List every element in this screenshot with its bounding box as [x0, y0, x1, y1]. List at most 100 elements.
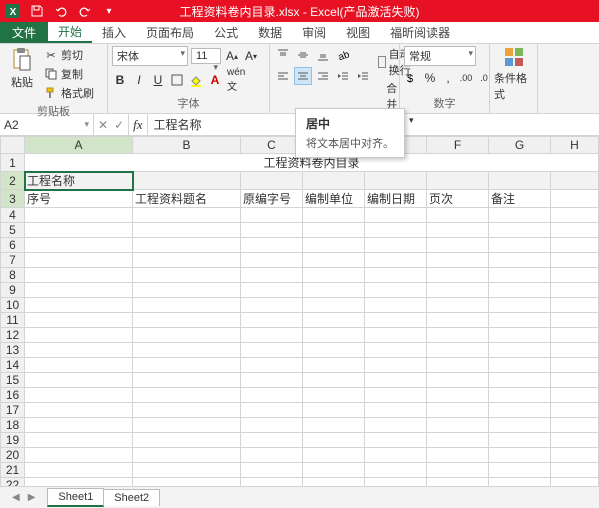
- row-header[interactable]: 15: [1, 373, 25, 388]
- cell[interactable]: [489, 238, 551, 253]
- cell[interactable]: [133, 208, 241, 223]
- sheet-nav-prev-icon[interactable]: ◀: [8, 492, 24, 503]
- cell[interactable]: [551, 373, 599, 388]
- column-header[interactable]: H: [551, 137, 599, 154]
- cell[interactable]: [241, 253, 303, 268]
- cell[interactable]: [365, 478, 427, 487]
- cell[interactable]: [551, 418, 599, 433]
- cell[interactable]: [133, 373, 241, 388]
- cell[interactable]: [241, 463, 303, 478]
- cell[interactable]: [365, 388, 427, 403]
- align-top-icon[interactable]: [274, 46, 292, 64]
- cell[interactable]: [133, 328, 241, 343]
- row-header[interactable]: 11: [1, 313, 25, 328]
- indent-decrease-icon[interactable]: [334, 67, 352, 85]
- cell[interactable]: [25, 343, 133, 358]
- cell[interactable]: [489, 478, 551, 487]
- tab-foxit[interactable]: 福昕阅读器: [380, 22, 460, 43]
- cell[interactable]: 备注: [489, 190, 551, 208]
- cell[interactable]: [241, 298, 303, 313]
- copy-button[interactable]: 复制: [42, 65, 96, 83]
- cell[interactable]: 编制单位: [303, 190, 365, 208]
- cell[interactable]: [133, 388, 241, 403]
- cell[interactable]: [241, 268, 303, 283]
- cell[interactable]: [303, 253, 365, 268]
- cell[interactable]: [133, 358, 241, 373]
- tab-pagelayout[interactable]: 页面布局: [136, 22, 204, 43]
- cell[interactable]: [303, 208, 365, 223]
- align-left-icon[interactable]: [274, 67, 292, 85]
- cell[interactable]: [25, 388, 133, 403]
- cell[interactable]: [427, 328, 489, 343]
- row-header[interactable]: 18: [1, 418, 25, 433]
- cell[interactable]: [25, 298, 133, 313]
- cell[interactable]: [551, 358, 599, 373]
- undo-icon[interactable]: [52, 2, 70, 20]
- cell[interactable]: [303, 268, 365, 283]
- cell[interactable]: [489, 433, 551, 448]
- file-tab[interactable]: 文件: [0, 22, 48, 43]
- cell[interactable]: [303, 283, 365, 298]
- cell[interactable]: [241, 418, 303, 433]
- font-color-button[interactable]: A: [207, 71, 223, 89]
- column-header[interactable]: G: [489, 137, 551, 154]
- align-right-icon[interactable]: [314, 67, 332, 85]
- worksheet-grid[interactable]: ABCDEFGH1工程资料卷内目录2工程名称3序号工程资料题名原编字号编制单位编…: [0, 136, 599, 486]
- row-header[interactable]: 10: [1, 298, 25, 313]
- cell[interactable]: [133, 403, 241, 418]
- column-header[interactable]: A: [25, 137, 133, 154]
- enter-icon[interactable]: ✓: [114, 118, 124, 132]
- cell[interactable]: [365, 358, 427, 373]
- cell[interactable]: [25, 313, 133, 328]
- cell[interactable]: [303, 388, 365, 403]
- cell[interactable]: [303, 373, 365, 388]
- cell[interactable]: [551, 448, 599, 463]
- cell[interactable]: [365, 403, 427, 418]
- cell[interactable]: [551, 478, 599, 487]
- cell[interactable]: [427, 463, 489, 478]
- cell[interactable]: [427, 268, 489, 283]
- cell[interactable]: [489, 343, 551, 358]
- row-header[interactable]: 14: [1, 358, 25, 373]
- cell[interactable]: [241, 328, 303, 343]
- cell[interactable]: [133, 172, 241, 190]
- cell[interactable]: [427, 313, 489, 328]
- cell[interactable]: [25, 448, 133, 463]
- cell[interactable]: [365, 448, 427, 463]
- column-header[interactable]: C: [241, 137, 303, 154]
- cell[interactable]: [365, 208, 427, 223]
- cell[interactable]: [241, 448, 303, 463]
- cell[interactable]: [489, 388, 551, 403]
- cell[interactable]: [241, 238, 303, 253]
- cell[interactable]: [25, 223, 133, 238]
- cell[interactable]: [551, 268, 599, 283]
- cell[interactable]: [241, 388, 303, 403]
- cell[interactable]: [25, 268, 133, 283]
- cell[interactable]: [365, 172, 427, 190]
- cell[interactable]: 工程名称: [25, 172, 133, 190]
- row-header[interactable]: 2: [1, 172, 25, 190]
- cell[interactable]: [133, 313, 241, 328]
- cell[interactable]: [551, 283, 599, 298]
- cell[interactable]: [241, 433, 303, 448]
- cell[interactable]: [489, 223, 551, 238]
- tab-home[interactable]: 开始: [48, 22, 92, 43]
- cell[interactable]: [303, 223, 365, 238]
- cell[interactable]: [427, 418, 489, 433]
- cell[interactable]: [25, 238, 133, 253]
- cell[interactable]: [133, 283, 241, 298]
- cell[interactable]: [25, 253, 133, 268]
- cell[interactable]: [489, 373, 551, 388]
- underline-button[interactable]: U: [150, 71, 166, 89]
- row-header[interactable]: 19: [1, 433, 25, 448]
- cell[interactable]: [489, 328, 551, 343]
- cell[interactable]: [303, 343, 365, 358]
- cell[interactable]: [25, 463, 133, 478]
- cell[interactable]: [551, 433, 599, 448]
- cell[interactable]: 工程资料题名: [133, 190, 241, 208]
- cell[interactable]: [241, 283, 303, 298]
- cell[interactable]: [25, 403, 133, 418]
- cell[interactable]: [427, 253, 489, 268]
- cell[interactable]: [427, 238, 489, 253]
- currency-icon[interactable]: $: [404, 69, 420, 87]
